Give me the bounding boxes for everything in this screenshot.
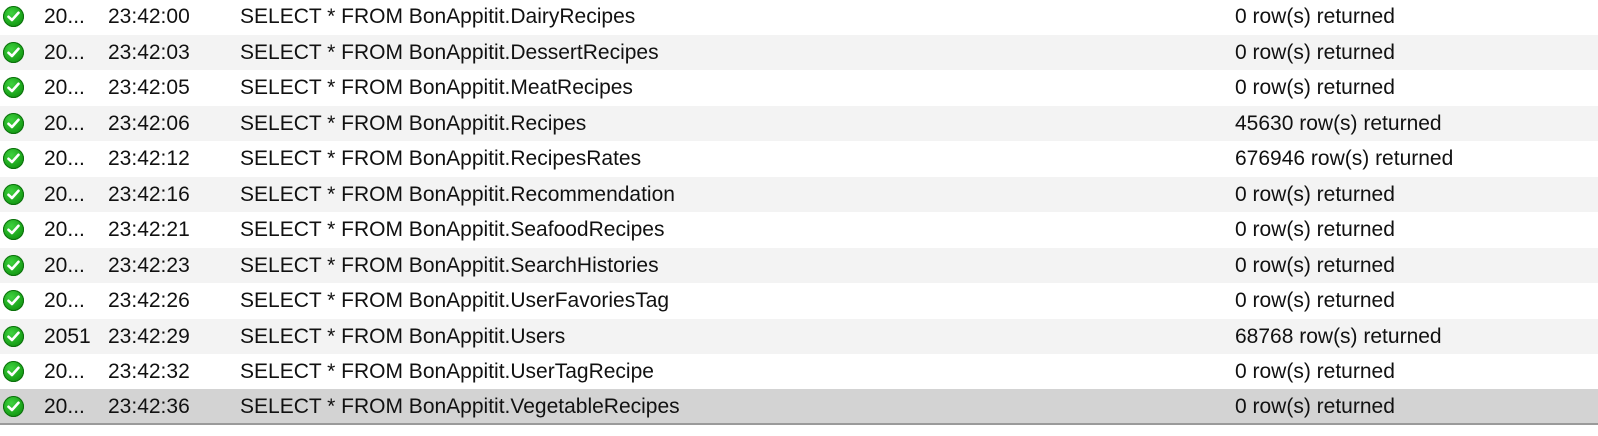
status-cell	[0, 70, 26, 106]
status-cell	[0, 212, 26, 248]
row-time: 23:42:12	[108, 147, 190, 170]
row-action: SELECT * FROM BonAppitit.VegetableRecipe…	[240, 395, 680, 418]
success-check-icon	[2, 361, 24, 383]
row-message: 68768 row(s) returned	[1235, 324, 1442, 348]
row-time: 23:42:00	[108, 5, 190, 28]
row-number: 2051	[44, 324, 91, 348]
row-number: 20...	[44, 395, 85, 418]
output-log-table: 20... 23:42:00 SELECT * FROM BonAppitit.…	[0, 0, 1598, 436]
row-message: 0 row(s) returned	[1235, 182, 1395, 206]
status-cell	[0, 354, 26, 390]
row-time: 23:42:29	[108, 324, 190, 348]
row-number: 20...	[44, 40, 85, 64]
row-time: 23:42:06	[108, 111, 190, 135]
row-action: SELECT * FROM BonAppitit.Recipes	[240, 111, 587, 135]
row-action: SELECT * FROM BonAppitit.UserFavoriesTag	[240, 289, 670, 312]
row-time: 23:42:21	[108, 218, 190, 241]
row-time: 23:42:05	[108, 76, 190, 99]
row-action: SELECT * FROM BonAppitit.Users	[240, 324, 566, 348]
log-row[interactable]: 20... 23:42:00 SELECT * FROM BonAppitit.…	[0, 0, 1598, 35]
row-number: 20...	[44, 147, 85, 170]
status-cell	[0, 106, 26, 142]
row-message: 0 row(s) returned	[1235, 76, 1395, 99]
row-number: 20...	[44, 360, 85, 383]
log-row[interactable]: 20... 23:42:16 SELECT * FROM BonAppitit.…	[0, 176, 1598, 213]
status-cell	[0, 177, 26, 213]
table-bottom-border	[0, 423, 1598, 425]
success-check-icon	[2, 77, 24, 99]
row-action: SELECT * FROM BonAppitit.MeatRecipes	[240, 76, 633, 99]
success-check-icon	[2, 396, 24, 418]
row-number: 20...	[44, 182, 85, 206]
status-cell	[0, 283, 26, 319]
log-row[interactable]: 2051 23:42:29 SELECT * FROM BonAppitit.U…	[0, 318, 1598, 355]
log-row[interactable]: 20... 23:42:26 SELECT * FROM BonAppitit.…	[0, 283, 1598, 319]
row-time: 23:42:36	[108, 395, 190, 418]
log-row[interactable]: 20... 23:42:03 SELECT * FROM BonAppitit.…	[0, 34, 1598, 71]
row-number: 20...	[44, 218, 85, 241]
status-cell	[0, 35, 26, 71]
row-time: 23:42:23	[108, 253, 190, 277]
row-number: 20...	[44, 5, 85, 28]
row-number: 20...	[44, 289, 85, 312]
log-row[interactable]: 20... 23:42:23 SELECT * FROM BonAppitit.…	[0, 247, 1598, 284]
log-row[interactable]: 20... 23:42:32 SELECT * FROM BonAppitit.…	[0, 354, 1598, 390]
log-row[interactable]: 20... 23:42:12 SELECT * FROM BonAppitit.…	[0, 141, 1598, 177]
row-message: 0 row(s) returned	[1235, 253, 1395, 277]
row-action: SELECT * FROM BonAppitit.DessertRecipes	[240, 40, 659, 64]
row-message: 0 row(s) returned	[1235, 218, 1395, 241]
row-time: 23:42:26	[108, 289, 190, 312]
status-cell	[0, 0, 26, 35]
success-check-icon	[2, 41, 24, 63]
status-cell	[0, 389, 26, 425]
row-message: 0 row(s) returned	[1235, 289, 1395, 312]
row-message: 0 row(s) returned	[1235, 360, 1395, 383]
success-check-icon	[2, 219, 24, 241]
status-cell	[0, 319, 26, 355]
success-check-icon	[2, 148, 24, 170]
success-check-icon	[2, 112, 24, 134]
row-action: SELECT * FROM BonAppitit.SearchHistories	[240, 253, 659, 277]
row-action: SELECT * FROM BonAppitit.SeafoodRecipes	[240, 218, 665, 241]
success-check-icon	[2, 183, 24, 205]
log-row-selected[interactable]: 20... 23:42:36 SELECT * FROM BonAppitit.…	[0, 389, 1598, 423]
log-row[interactable]: 20... 23:42:06 SELECT * FROM BonAppitit.…	[0, 105, 1598, 142]
row-action: SELECT * FROM BonAppitit.UserTagRecipe	[240, 360, 654, 383]
row-time: 23:42:16	[108, 182, 190, 206]
row-action: SELECT * FROM BonAppitit.RecipesRates	[240, 147, 642, 170]
success-check-icon	[2, 325, 24, 347]
row-action: SELECT * FROM BonAppitit.DairyRecipes	[240, 5, 636, 28]
log-row[interactable]: 20... 23:42:05 SELECT * FROM BonAppitit.…	[0, 70, 1598, 106]
row-number: 20...	[44, 111, 85, 135]
row-message: 45630 row(s) returned	[1235, 111, 1442, 135]
row-time: 23:42:03	[108, 40, 190, 64]
status-cell	[0, 141, 26, 177]
row-message: 676946 row(s) returned	[1235, 147, 1454, 170]
row-message: 0 row(s) returned	[1235, 395, 1395, 418]
row-time: 23:42:32	[108, 360, 190, 383]
log-row[interactable]: 20... 23:42:21 SELECT * FROM BonAppitit.…	[0, 212, 1598, 248]
success-check-icon	[2, 290, 24, 312]
success-check-icon	[2, 254, 24, 276]
status-cell	[0, 248, 26, 284]
success-check-icon	[2, 6, 24, 28]
row-message: 0 row(s) returned	[1235, 40, 1395, 64]
row-action: SELECT * FROM BonAppitit.Recommendation	[240, 182, 675, 206]
row-number: 20...	[44, 253, 85, 277]
row-message: 0 row(s) returned	[1235, 5, 1395, 28]
row-number: 20...	[44, 76, 85, 99]
